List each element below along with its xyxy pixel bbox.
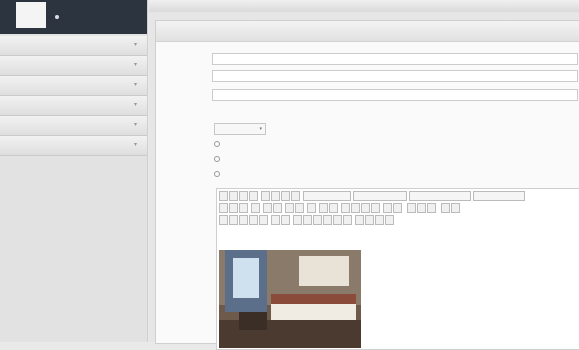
- format-dropdown[interactable]: [353, 191, 407, 201]
- inserted-image[interactable]: [219, 250, 361, 348]
- table-button[interactable]: [219, 215, 228, 225]
- cell-props-button[interactable]: [239, 215, 248, 225]
- hr-button[interactable]: [293, 215, 302, 225]
- editor-toolbar-1: [219, 191, 579, 201]
- chevron-down-icon: ▾: [133, 82, 137, 88]
- time-button[interactable]: [417, 203, 426, 213]
- remove-format-button[interactable]: [303, 215, 312, 225]
- date-button[interactable]: [407, 203, 416, 213]
- font-dropdown[interactable]: [409, 191, 471, 201]
- find-button[interactable]: [251, 203, 260, 213]
- top-strip: [149, 0, 579, 12]
- user-icon: [55, 14, 59, 19]
- code-button[interactable]: [393, 203, 402, 213]
- quote-button[interactable]: [307, 203, 316, 213]
- redo-button[interactable]: [329, 203, 338, 213]
- italic-button[interactable]: [229, 191, 238, 201]
- visual-aid-button[interactable]: [313, 215, 322, 225]
- radio-icon: [214, 156, 220, 162]
- chevron-down-icon: ▾: [259, 126, 262, 132]
- chevron-down-icon: ▾: [133, 122, 137, 128]
- logo: [16, 2, 46, 28]
- pilihan-radio[interactable]: [214, 156, 222, 162]
- preview-button[interactable]: [427, 203, 436, 213]
- indent-button[interactable]: [295, 203, 304, 213]
- strike-button[interactable]: [249, 191, 258, 201]
- sidebar-item-1[interactable]: ▾: [0, 36, 147, 56]
- media-button[interactable]: [365, 215, 374, 225]
- chevron-down-icon: ▾: [133, 142, 137, 148]
- link-button[interactable]: [341, 203, 350, 213]
- bold-button[interactable]: [219, 191, 228, 201]
- edit-panel: ▾: [155, 20, 579, 350]
- copy-button[interactable]: [229, 203, 238, 213]
- align-left-button[interactable]: [261, 191, 270, 201]
- radio-icon: [214, 171, 220, 177]
- panel-header: [156, 21, 579, 42]
- chevron-down-icon: ▾: [133, 62, 137, 68]
- charmap-button[interactable]: [343, 215, 352, 225]
- print-button[interactable]: [385, 215, 394, 225]
- headline-radio[interactable]: [214, 141, 222, 147]
- main-area: ▾: [149, 0, 579, 350]
- editor-toolbar-3: [219, 215, 579, 225]
- chevron-down-icon: ▾: [133, 42, 137, 48]
- insert-row-button[interactable]: [249, 215, 258, 225]
- video-field[interactable]: [212, 89, 578, 101]
- sub-button[interactable]: [323, 215, 332, 225]
- radio-icon: [214, 141, 220, 147]
- paste-button[interactable]: [239, 203, 248, 213]
- sidebar-item-2[interactable]: ▾: [0, 56, 147, 76]
- delete-col-button[interactable]: [281, 215, 290, 225]
- bg-color-button[interactable]: [451, 203, 460, 213]
- row-props-button[interactable]: [229, 215, 238, 225]
- align-right-button[interactable]: [281, 191, 290, 201]
- size-dropdown[interactable]: [473, 191, 525, 201]
- fullscreen-button[interactable]: [375, 215, 384, 225]
- utama-radio[interactable]: [214, 171, 222, 177]
- cleanup-button[interactable]: [383, 203, 392, 213]
- image-button[interactable]: [371, 203, 380, 213]
- outdent-button[interactable]: [285, 203, 294, 213]
- anchor-button[interactable]: [361, 203, 370, 213]
- title-field[interactable]: [212, 53, 578, 65]
- slug-field[interactable]: [212, 70, 578, 82]
- category-select[interactable]: ▾: [214, 123, 266, 135]
- align-justify-button[interactable]: [291, 191, 300, 201]
- sidebar-item-4[interactable]: ▾: [0, 96, 147, 116]
- sidebar-item-5[interactable]: ▾: [0, 116, 147, 136]
- hotel-room-image: [219, 250, 361, 348]
- rich-text-editor[interactable]: [216, 188, 579, 350]
- style-dropdown[interactable]: [303, 191, 351, 201]
- editor-toolbar-2: [219, 203, 579, 213]
- delete-row-button[interactable]: [259, 215, 268, 225]
- brand-bar: [0, 0, 147, 34]
- undo-button[interactable]: [319, 203, 328, 213]
- sidebar-menu: ▾ ▾ ▾ ▾ ▾ ▾: [0, 36, 147, 156]
- sidebar: ▾ ▾ ▾ ▾ ▾ ▾: [0, 0, 148, 342]
- emotions-button[interactable]: [355, 215, 364, 225]
- sidebar-item-6[interactable]: ▾: [0, 136, 147, 156]
- sidebar-item-3[interactable]: ▾: [0, 76, 147, 96]
- text-color-button[interactable]: [441, 203, 450, 213]
- cut-button[interactable]: [219, 203, 228, 213]
- sup-button[interactable]: [333, 215, 342, 225]
- insert-col-button[interactable]: [271, 215, 280, 225]
- user-link[interactable]: [55, 14, 61, 20]
- numbered-list-button[interactable]: [273, 203, 282, 213]
- chevron-down-icon: ▾: [133, 102, 137, 108]
- bullet-list-button[interactable]: [263, 203, 272, 213]
- align-center-button[interactable]: [271, 191, 280, 201]
- underline-button[interactable]: [239, 191, 248, 201]
- unlink-button[interactable]: [351, 203, 360, 213]
